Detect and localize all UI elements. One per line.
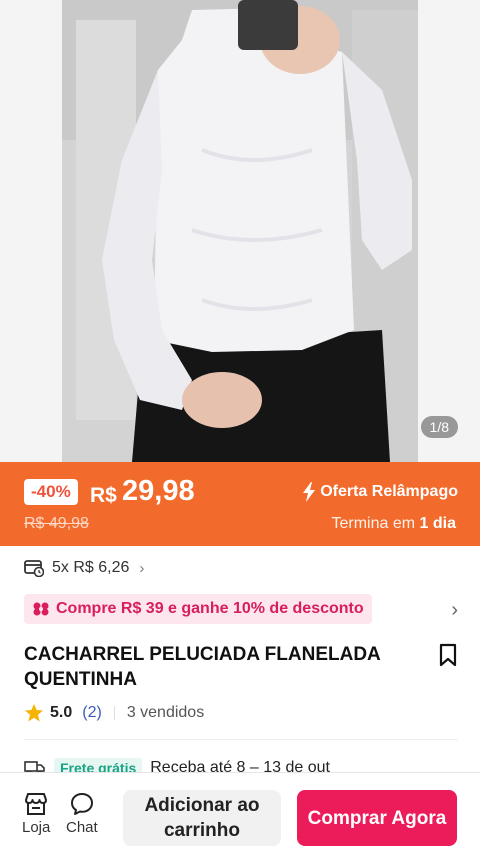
flash-sale-label: Oferta Relâmpago bbox=[301, 482, 458, 502]
rating-row[interactable]: 5.0 (2) 3 vendidos bbox=[24, 701, 204, 725]
coupon-icon bbox=[33, 602, 49, 616]
installment-row[interactable]: 5x R$ 6,26 › bbox=[24, 557, 144, 579]
lightning-icon bbox=[303, 482, 316, 502]
sold-count: 3 vendidos bbox=[126, 704, 205, 721]
card-clock-icon bbox=[24, 560, 44, 577]
buy-now-button[interactable]: Comprar Agora bbox=[297, 790, 457, 846]
countdown: Termina em 1 dia bbox=[332, 515, 457, 533]
flash-sale-text: Oferta Relâmpago bbox=[320, 483, 458, 500]
original-price: R$ 49,98 bbox=[24, 515, 89, 532]
chat-label: Chat bbox=[66, 819, 98, 836]
bookmark-icon[interactable] bbox=[438, 643, 458, 667]
product-image-gallery[interactable]: 1/8 bbox=[0, 0, 480, 462]
store-label: Loja bbox=[22, 819, 51, 836]
product-photo bbox=[62, 0, 418, 462]
price-currency: R$ bbox=[90, 484, 117, 507]
product-title: CACHARREL PELUCIADA FLANELADA QUENTINHA bbox=[24, 644, 381, 690]
bottom-action-bar: Loja Chat Adicionar ao carrinho Comprar … bbox=[0, 772, 480, 854]
star-icon bbox=[25, 704, 43, 722]
discount-badge: -40% bbox=[24, 479, 78, 505]
review-count[interactable]: (2) bbox=[82, 704, 102, 722]
promo-text: Compre R$ 39 e ganhe 10% de desconto bbox=[56, 600, 364, 617]
rating-score: 5.0 bbox=[50, 704, 73, 721]
promo-banner[interactable]: Compre R$ 39 e ganhe 10% de desconto bbox=[24, 594, 372, 624]
image-counter: 1/8 bbox=[420, 416, 458, 438]
store-button[interactable]: Loja bbox=[22, 791, 50, 836]
divider bbox=[24, 739, 458, 740]
chevron-right-icon: › bbox=[139, 559, 145, 577]
installment-text: 5x R$ 6,26 bbox=[52, 559, 130, 576]
chevron-right-icon[interactable]: › bbox=[451, 599, 458, 622]
countdown-prefix: Termina em bbox=[331, 515, 416, 532]
gallery-side-left bbox=[0, 0, 62, 462]
store-icon bbox=[25, 793, 48, 815]
divider bbox=[113, 706, 115, 720]
current-price: 29,98 bbox=[122, 475, 195, 507]
countdown-value: 1 dia bbox=[419, 515, 456, 532]
flash-deal-banner[interactable]: -40% R$ 29,98 R$ 49,98 Oferta Relâmpago … bbox=[0, 462, 480, 546]
chat-button[interactable]: Chat bbox=[66, 791, 98, 836]
chat-icon bbox=[70, 793, 93, 815]
add-to-cart-button[interactable]: Adicionar ao carrinho bbox=[123, 790, 281, 846]
gallery-side-right bbox=[418, 0, 480, 462]
